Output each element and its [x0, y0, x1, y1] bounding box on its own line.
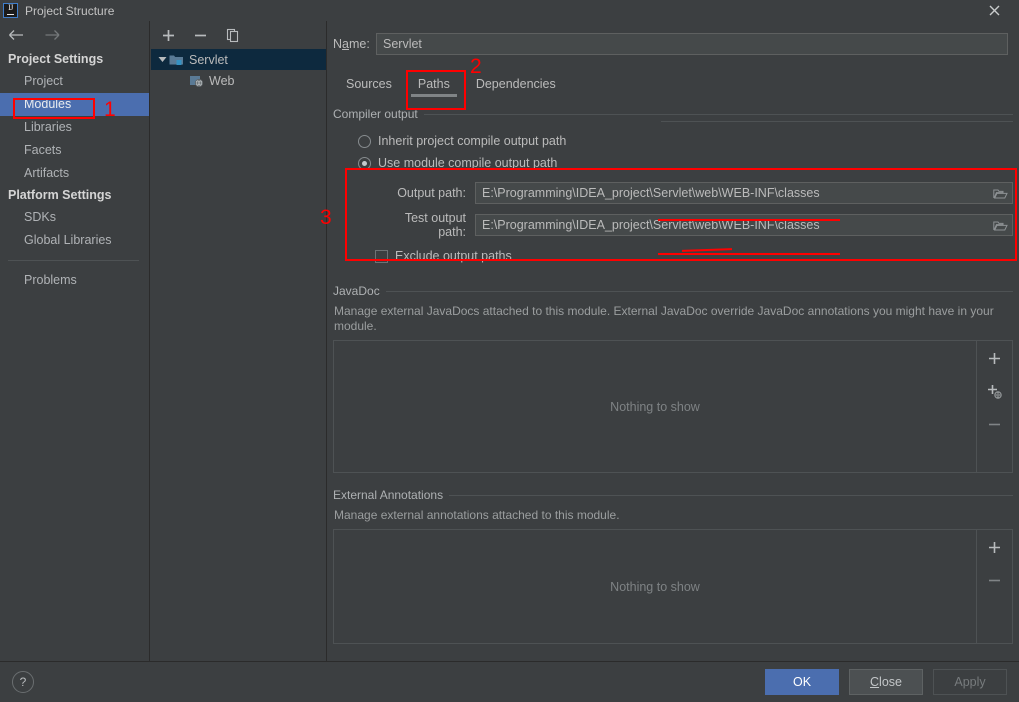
- apply-button[interactable]: Apply: [933, 669, 1007, 695]
- tree-item-web[interactable]: Web: [151, 70, 326, 91]
- module-name-label: Name:: [333, 37, 370, 51]
- exclude-output-paths-row[interactable]: Exclude output paths: [333, 244, 1013, 268]
- plus-icon[interactable]: [157, 24, 179, 46]
- module-tabs: Sources Paths Dependencies: [328, 69, 1019, 97]
- project-structure-dialog: Project Structure Project Settings Proje…: [0, 0, 1019, 702]
- external-annotations-list-buttons: [977, 529, 1013, 644]
- ok-button[interactable]: OK: [765, 669, 839, 695]
- javadoc-header: JavaDoc: [333, 284, 1013, 298]
- sidebar-item-sdks[interactable]: SDKs: [0, 206, 149, 229]
- tree-item-servlet[interactable]: Servlet: [151, 49, 326, 70]
- settings-sidebar: Project Settings Project Modules Librari…: [0, 21, 150, 661]
- tab-sources[interactable]: Sources: [333, 75, 405, 97]
- minus-icon[interactable]: [189, 24, 211, 46]
- inherit-output-radio-row[interactable]: Inherit project compile output path: [333, 130, 1013, 152]
- remove-annotation-button[interactable]: [984, 570, 1006, 590]
- title-bar: Project Structure: [0, 0, 1019, 21]
- header-rule: [423, 113, 1013, 115]
- arrow-right-icon[interactable]: [42, 26, 62, 44]
- chevron-down-icon: [155, 55, 169, 64]
- header-rule: [385, 290, 1013, 292]
- close-button[interactable]: Close: [849, 669, 923, 695]
- sidebar-item-facets[interactable]: Facets: [0, 139, 149, 162]
- sidebar-item-artifacts[interactable]: Artifacts: [0, 162, 149, 185]
- compiler-output-title: Compiler output: [333, 107, 418, 121]
- tabs-divider: [661, 121, 1013, 122]
- external-annotations-title: External Annotations: [333, 488, 444, 502]
- web-facet-icon: [189, 74, 204, 88]
- header-rule: [449, 494, 1013, 496]
- test-output-path-row: Test output path:: [333, 211, 1013, 239]
- footer-buttons: OK Close Apply: [765, 669, 1007, 695]
- external-annotations-list[interactable]: Nothing to show: [333, 529, 977, 644]
- sidebar-group-project-settings: Project Settings: [8, 52, 104, 66]
- external-annotations-header: External Annotations: [333, 488, 1013, 502]
- javadoc-title: JavaDoc: [333, 284, 380, 298]
- output-path-label: Output path:: [397, 186, 466, 200]
- folder-browse-icon[interactable]: [988, 183, 1012, 203]
- sidebar-item-modules[interactable]: Modules: [0, 93, 149, 116]
- module-tree-panel: Servlet Web: [151, 21, 327, 661]
- compiler-output-header: Compiler output: [333, 107, 1013, 121]
- close-icon[interactable]: [979, 0, 1009, 21]
- tab-dependencies[interactable]: Dependencies: [463, 75, 569, 97]
- add-annotation-button[interactable]: [984, 537, 1006, 557]
- remove-javadoc-button[interactable]: [984, 414, 1006, 434]
- output-path-input[interactable]: [476, 186, 988, 200]
- exclude-output-paths-label: Exclude output paths: [395, 249, 512, 263]
- output-path-row: Output path:: [333, 180, 1013, 206]
- add-javadoc-url-button[interactable]: [984, 381, 1006, 401]
- intellij-idea-logo-icon: [3, 3, 18, 18]
- javadoc-list-area: Nothing to show: [333, 340, 1013, 473]
- module-output-radio-row[interactable]: Use module compile output path: [333, 152, 1013, 174]
- test-output-path-label: Test output path:: [404, 211, 466, 239]
- add-javadoc-path-button[interactable]: [984, 348, 1006, 368]
- module-name-row: Name:: [328, 21, 1019, 55]
- test-output-path-input[interactable]: [476, 218, 988, 232]
- paths-tab-content: Compiler output Inherit project compile …: [328, 107, 1019, 644]
- sidebar-item-libraries[interactable]: Libraries: [0, 116, 149, 139]
- window-title: Project Structure: [25, 3, 115, 18]
- copy-icon[interactable]: [221, 24, 243, 46]
- tree-item-label: Servlet: [189, 52, 228, 67]
- sidebar-nav-arrows: [0, 21, 149, 49]
- external-annotations-description: Manage external annotations attached to …: [334, 508, 620, 522]
- radio-checked-icon: [358, 156, 371, 170]
- arrow-left-icon[interactable]: [6, 26, 26, 44]
- javadoc-list[interactable]: Nothing to show: [333, 340, 977, 473]
- sidebar-group-platform-settings: Platform Settings: [8, 188, 112, 202]
- tree-item-label: Web: [209, 73, 235, 88]
- javadoc-description: Manage external JavaDocs attached to thi…: [334, 304, 994, 333]
- javadoc-list-buttons: [977, 340, 1013, 473]
- checkbox-unchecked-icon: [375, 249, 388, 263]
- module-folder-icon: [169, 53, 184, 66]
- sidebar-item-problems[interactable]: Problems: [0, 269, 149, 292]
- external-annotations-empty-text: Nothing to show: [610, 579, 700, 594]
- tab-paths[interactable]: Paths: [405, 75, 463, 97]
- sidebar-item-project[interactable]: Project: [0, 70, 149, 93]
- module-output-label: Use module compile output path: [378, 156, 558, 170]
- external-annotations-list-area: Nothing to show: [333, 529, 1013, 644]
- dialog-footer: ? OK Close Apply: [0, 661, 1019, 702]
- test-output-path-field[interactable]: [475, 214, 1013, 236]
- sidebar-item-global-libraries[interactable]: Global Libraries: [0, 229, 149, 252]
- radio-unchecked-icon: [358, 134, 371, 148]
- folder-browse-icon[interactable]: [988, 215, 1012, 235]
- javadoc-empty-text: Nothing to show: [610, 399, 700, 414]
- module-settings-pane: Name: Sources Paths Dependencies Compile…: [328, 21, 1019, 661]
- inherit-output-label: Inherit project compile output path: [378, 134, 567, 148]
- sidebar-divider: [8, 260, 139, 261]
- output-path-field[interactable]: [475, 182, 1013, 204]
- module-tree-toolbar: [151, 21, 326, 49]
- module-name-input[interactable]: [376, 33, 1008, 55]
- question-mark-icon[interactable]: ?: [12, 671, 34, 693]
